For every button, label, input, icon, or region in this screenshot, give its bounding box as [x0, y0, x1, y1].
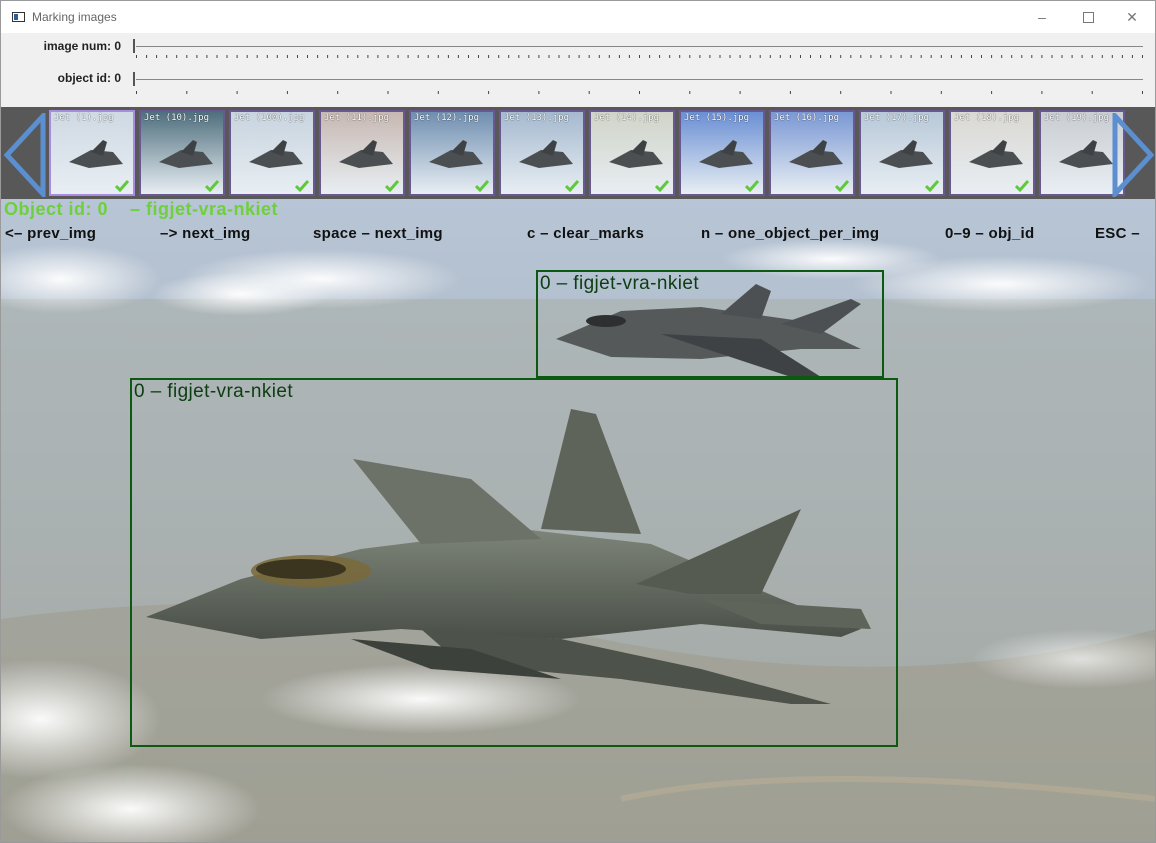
thumbnail-caption: Jet (11).jpg [324, 113, 390, 123]
thumbnail-caption: Jet (12).jpg [414, 113, 480, 123]
object-id-ticks [136, 91, 1143, 94]
app-window: Marking images – ✕ image num: 0 object i… [0, 0, 1156, 843]
hint-space: space – next_img [313, 225, 443, 242]
checkmark-icon [655, 180, 669, 192]
checkmark-icon [1015, 180, 1029, 192]
thumbnail-caption: Jet (15).jpg [684, 113, 750, 123]
checkmark-icon [475, 180, 489, 192]
trackbar-panel: image num: 0 object id: 0 [1, 33, 1155, 107]
hint-esc: ESC – [1095, 225, 1140, 242]
checkmark-icon [745, 180, 759, 192]
thumbnail[interactable]: Jet (1).jpg [49, 110, 135, 196]
image-num-label: image num: 0 [43, 39, 121, 53]
object-id-header: Object id: 0 – figjet-vra-nkiet [4, 199, 279, 219]
thumbnail[interactable]: Jet (15).jpg [679, 110, 765, 196]
title-bar[interactable]: Marking images – ✕ [1, 1, 1155, 33]
checkmark-icon [115, 180, 129, 192]
maximize-button[interactable] [1065, 1, 1111, 33]
thumbnail[interactable]: Jet (100).jpg [229, 110, 315, 196]
thumbnail[interactable]: Jet (12).jpg [409, 110, 495, 196]
checkmark-icon [565, 180, 579, 192]
thumbnail-strip: Jet (1).jpg Jet (10).jpg Jet (100).jpg Jet … [1, 107, 1155, 199]
thumbnail-caption: Jet (1).jpg [54, 113, 114, 123]
thumbnail-caption: Jet (10).jpg [144, 113, 210, 123]
window-title: Marking images [32, 10, 117, 24]
bounding-box[interactable]: 0 – figjet-vra-nkiet [536, 270, 884, 378]
bounding-box[interactable]: 0 – figjet-vra-nkiet [130, 378, 898, 747]
thumbnail-caption: Jet (13).jpg [504, 113, 570, 123]
checkmark-icon [295, 180, 309, 192]
thumbnail[interactable]: Jet (13).jpg [499, 110, 585, 196]
bounding-box-label: 0 – figjet-vra-nkiet [540, 273, 700, 294]
object-id-label: object id: 0 [57, 71, 121, 85]
thumbnail-caption: Jet (17).jpg [864, 113, 930, 123]
image-num-slider-handle[interactable] [133, 39, 135, 53]
hint-clear-marks: c – clear_marks [527, 225, 645, 242]
thumbnail[interactable]: Jet (10).jpg [139, 110, 225, 196]
thumbnail-caption: Jet (16).jpg [774, 113, 840, 123]
thumbnail-caption: Jet (100).jpg [234, 113, 305, 123]
bounding-box-label: 0 – figjet-vra-nkiet [134, 381, 294, 402]
keyboard-hints: <– prev_img –> next_img space – next_img… [5, 225, 1140, 378]
thumbnail[interactable]: Jet (11).jpg [319, 110, 405, 196]
thumbnail-caption: Jet (18).jpg [954, 113, 1020, 123]
triangle-right-icon[interactable] [1109, 113, 1155, 197]
minimize-button[interactable]: – [1019, 1, 1065, 33]
thumbnail[interactable]: Jet (14).jpg [589, 110, 675, 196]
object-id-slider-handle[interactable] [133, 72, 135, 86]
image-num-track[interactable] [136, 46, 1143, 47]
thumbnail[interactable]: Jet (18).jpg [949, 110, 1035, 196]
checkmark-icon [205, 180, 219, 192]
hint-obj-id: 0–9 – obj_id [945, 225, 1035, 242]
object-id-track[interactable] [136, 79, 1143, 80]
thumbnail[interactable]: Jet (16).jpg [769, 110, 855, 196]
thumbnail-caption: Jet (14).jpg [594, 113, 660, 123]
hint-one-object: n – one_object_per_img [701, 225, 880, 242]
app-icon [12, 12, 25, 22]
hint-next-img: –> next_img [160, 225, 251, 242]
image-viewer[interactable]: Object id: 0 – figjet-vra-nkiet <– prev_… [1, 199, 1155, 842]
maximize-icon [1082, 11, 1094, 23]
checkmark-icon [835, 180, 849, 192]
thumbnail[interactable]: Jet (17).jpg [859, 110, 945, 196]
checkmark-icon [385, 180, 399, 192]
checkmark-icon [925, 180, 939, 192]
close-button[interactable]: ✕ [1109, 1, 1155, 33]
thumbnail-caption: Jet (19).jpg [1044, 113, 1110, 123]
triangle-left-icon[interactable] [3, 113, 49, 197]
hint-prev-img: <– prev_img [5, 225, 97, 242]
image-num-ticks [136, 55, 1143, 58]
